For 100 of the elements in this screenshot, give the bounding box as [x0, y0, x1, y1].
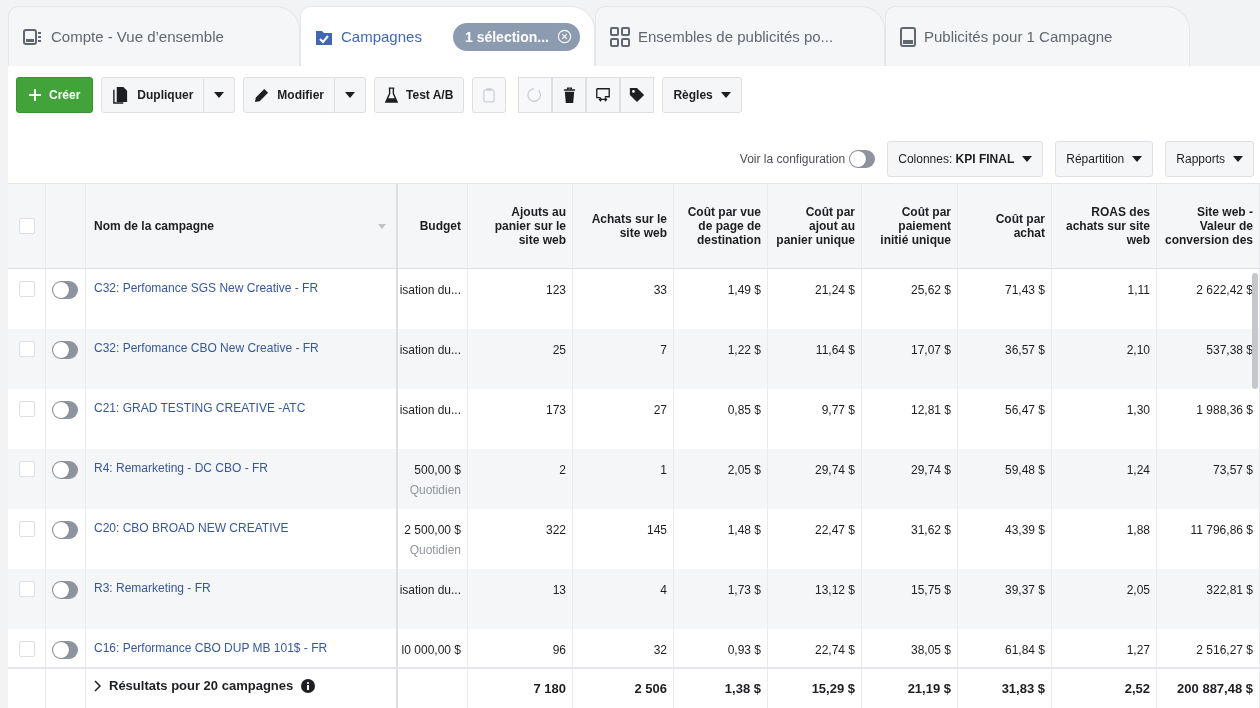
row-checkbox[interactable] [18, 461, 35, 477]
column-header[interactable]: Site web - Valeur de conversion des [1163, 205, 1253, 247]
copy-icon [112, 85, 130, 105]
campaign-toggle[interactable] [52, 521, 78, 539]
row-checkbox[interactable] [18, 341, 35, 357]
campaign-toggle[interactable] [52, 401, 78, 419]
scrollbar-thumb[interactable] [1252, 273, 1258, 389]
config-label: Voir la configuration [739, 152, 846, 166]
clipboard-icon [483, 87, 496, 103]
table-cell: 123 [545, 283, 566, 297]
column-header[interactable]: ROAS des achats sur site web [1058, 205, 1150, 247]
close-icon[interactable] [557, 29, 572, 44]
reports-dropdown[interactable]: Rapports [1165, 141, 1254, 177]
tab[interactable]: Compte - Vue d’ensemble [8, 6, 300, 66]
budget-value: 2 500,00 $ [404, 523, 461, 537]
summary-cell: 2 506 [634, 681, 667, 696]
table-cell: 71,43 $ [1004, 283, 1045, 297]
swap-icon [595, 87, 612, 103]
table-cell: 38,05 $ [910, 643, 951, 657]
row-checkbox[interactable] [18, 581, 35, 597]
column-header[interactable]: Coût par ajout au panier unique [774, 205, 855, 247]
dropdown-button[interactable] [335, 77, 367, 113]
column-header[interactable]: Coût par paiement initié unique [868, 205, 951, 247]
campaign-name-link[interactable]: C16: Performance CBO DUP MB 101$ - FR [94, 641, 328, 655]
table-cell: 22,74 $ [814, 643, 855, 657]
table-cell: 32 [653, 643, 667, 657]
summary-cell: 7 180 [533, 681, 566, 696]
budget-value: l0 000,00 $ [401, 643, 461, 657]
table-cell: 22,47 $ [814, 523, 855, 537]
campaign-toggle[interactable] [52, 341, 78, 359]
breakdown-dropdown[interactable]: Répartition [1055, 141, 1154, 177]
column-header[interactable]: Ajouts au panier sur le site web [474, 205, 566, 247]
campaign-toggle[interactable] [52, 281, 78, 299]
budget-type: Quotidien [409, 483, 461, 497]
column-header[interactable]: Coût par achat [964, 212, 1045, 240]
columns-dropdown[interactable]: Colonnes: KPI FINAL [887, 141, 1044, 177]
table-cell: 25 [552, 343, 566, 357]
summary-cell: 1,38 $ [724, 681, 761, 696]
chevron-icon[interactable] [94, 679, 101, 692]
table-cell: 1,88 [1126, 523, 1150, 537]
row-checkbox[interactable] [18, 401, 35, 417]
tab[interactable]: Campagnes 1 sélection... [300, 6, 595, 66]
table-cell: 1,22 $ [727, 343, 761, 357]
table-cell: 56,47 $ [1004, 403, 1045, 417]
table-cell: 96 [552, 643, 566, 657]
row-checkbox[interactable] [18, 281, 35, 297]
rules-dropdown[interactable]: Règles [662, 77, 742, 113]
column-header[interactable]: Budget [419, 219, 461, 233]
swap-button[interactable] [586, 77, 621, 113]
budget-value: 500,00 $ [414, 463, 461, 477]
tab[interactable]: Ensembles de publicités po... [595, 6, 885, 66]
edit-button[interactable]: Modifier [243, 77, 336, 113]
caret-icon [345, 92, 356, 98]
dropdown-button[interactable] [204, 77, 236, 113]
row-checkbox[interactable] [18, 521, 35, 537]
summary-cell: 15,29 $ [811, 681, 855, 696]
table-cell: 1 [660, 463, 667, 477]
plus-icon [29, 89, 41, 101]
panel-icon [23, 28, 43, 45]
campaign-name-link[interactable]: C21: GRAD TESTING CREATIVE -ATC [94, 401, 306, 415]
table-cell: 322 [545, 523, 566, 537]
table-cell: 1,48 $ [727, 523, 761, 537]
campaign-name-link[interactable]: C32: Perfomance CBO New Creative - FR [94, 341, 319, 355]
table-cell: 17,07 $ [910, 343, 951, 357]
row-checkbox[interactable] [18, 641, 35, 657]
campaign-toggle[interactable] [52, 641, 78, 659]
table-cell: 36,57 $ [1004, 343, 1045, 357]
device-icon [900, 26, 916, 47]
column-header[interactable]: Coût par vue de page de destination [680, 205, 761, 247]
column-header[interactable]: Nom de la campagne [94, 219, 215, 233]
sort-caret-icon[interactable] [378, 223, 386, 229]
tag-icon [629, 87, 646, 103]
table-cell: 29,74 $ [910, 463, 951, 477]
budget-value: isation du... [399, 283, 461, 297]
select-all-checkbox[interactable] [18, 218, 35, 234]
campaign-name-link[interactable]: R4: Remarketing - DC CBO - FR [94, 461, 269, 475]
table-cell: 1,49 $ [727, 283, 761, 297]
table-cell: 1,30 [1126, 403, 1150, 417]
config-toggle[interactable] [849, 150, 876, 168]
trash-button[interactable] [552, 77, 587, 113]
table-cell: 322,81 $ [1206, 583, 1253, 597]
campaign-toggle[interactable] [52, 461, 78, 479]
info-icon[interactable] [301, 678, 316, 693]
ab-test-button[interactable]: Test A/B [374, 77, 465, 113]
duplicate-button[interactable]: Dupliquer [101, 77, 205, 113]
campaign-toggle[interactable] [52, 581, 78, 599]
campaign-name-link[interactable]: C32: Perfomance SGS New Creative - FR [94, 281, 319, 295]
tag-button[interactable] [620, 77, 655, 113]
tab[interactable]: Publicités pour 1 Campagne [885, 6, 1190, 66]
caret-icon [214, 92, 225, 98]
campaign-name-link[interactable]: R3: Remarketing - FR [94, 581, 211, 595]
table-cell: 29,74 $ [814, 463, 855, 477]
summary-cell: 200 887,48 $ [1177, 681, 1253, 696]
summary-cell: 31,83 $ [1001, 681, 1045, 696]
table-cell: 11 796,86 $ [1190, 523, 1253, 537]
campaign-name-link[interactable]: C20: CBO BROAD NEW CREATIVE [94, 521, 289, 535]
caret-icon [720, 92, 731, 98]
column-header[interactable]: Achats sur le site web [579, 212, 667, 240]
summary-cell: 21,19 $ [907, 681, 951, 696]
tab-label: Compte - Vue d’ensemble [51, 28, 224, 45]
